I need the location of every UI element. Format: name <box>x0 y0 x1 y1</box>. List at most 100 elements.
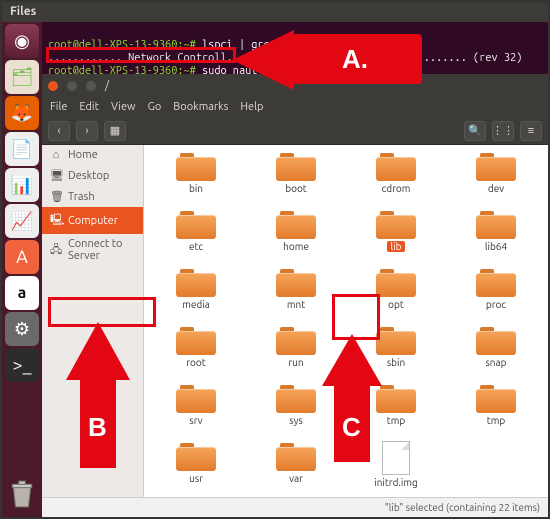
folder-item[interactable]: lib <box>348 209 444 265</box>
folder-label: sbin <box>387 357 405 368</box>
menu-file[interactable]: File <box>50 101 67 113</box>
launcher-settings[interactable]: ⚙ <box>5 312 39 346</box>
launcher-files[interactable]: 🗂 <box>5 60 39 94</box>
folder-icon <box>276 209 316 239</box>
nautilus-title: / <box>105 80 109 92</box>
terminal-pane[interactable]: root@dell-XPS-13-9360:~# lspci | grep -i… <box>42 22 548 74</box>
launcher-impress[interactable]: 📈 <box>5 204 39 238</box>
folder-icon <box>176 441 216 471</box>
nautilus-toolbar: ‹ › ▦ 🔍 ⋮⋮ ≡ <box>42 117 548 145</box>
list-item[interactable]: initrd.img <box>348 441 444 497</box>
menu-view[interactable]: View <box>111 101 136 113</box>
sidebar-item-label: Trash <box>68 191 95 203</box>
sidebar-item-label: Computer <box>68 215 118 227</box>
list-view-button[interactable]: ≡ <box>520 121 542 141</box>
folder-item[interactable]: mnt <box>248 267 344 323</box>
menu-help[interactable]: Help <box>240 101 263 113</box>
sidebar-item-connect[interactable]: 🖧 Connect to Server <box>42 234 143 266</box>
folder-item[interactable]: tmp <box>448 383 544 439</box>
folder-icon <box>476 267 516 297</box>
folder-item[interactable]: boot <box>248 151 344 207</box>
forward-button[interactable]: › <box>76 121 98 141</box>
folder-icon <box>376 383 416 413</box>
nautilus-titlebar[interactable]: / <box>42 75 548 97</box>
folder-icon <box>376 325 416 355</box>
folder-icon <box>476 151 516 181</box>
folder-item[interactable]: snap <box>448 325 544 381</box>
list-item[interactable]: usr <box>148 441 244 497</box>
nautilus-menubar: File Edit View Go Bookmarks Help <box>42 97 548 117</box>
folder-icon <box>376 209 416 239</box>
folder-item[interactable]: proc <box>448 267 544 323</box>
folder-item[interactable]: sbin <box>348 325 444 381</box>
folder-label: root <box>186 357 205 368</box>
close-icon[interactable] <box>48 81 58 91</box>
sidebar-item-label: Connect to Server <box>68 238 135 262</box>
computer-icon: 🖳 <box>50 211 62 230</box>
folder-item[interactable]: srv <box>148 383 244 439</box>
launcher-terminal[interactable]: >_ <box>5 348 39 382</box>
icon-view-button[interactable]: ⋮⋮ <box>492 121 514 141</box>
folder-label: usr <box>189 473 203 484</box>
sidebar-item-label: Home <box>68 149 98 161</box>
folder-label: tmp <box>487 415 505 426</box>
folder-label: tmp <box>387 415 405 426</box>
menu-bookmarks[interactable]: Bookmarks <box>173 101 228 113</box>
folder-label: sys <box>289 415 303 426</box>
folder-icon <box>176 325 216 355</box>
folder-view[interactable]: binbootcdrom dev etc home liblib64 media mntop… <box>144 145 548 497</box>
maximize-icon[interactable] <box>86 81 96 91</box>
folder-icon <box>376 151 416 181</box>
launcher-writer[interactable]: 📄 <box>5 132 39 166</box>
folder-item[interactable]: tmp <box>348 383 444 439</box>
home-icon: ⌂ <box>50 149 62 161</box>
folder-label: srv <box>189 415 202 426</box>
folder-icon <box>276 383 316 413</box>
launcher-dash[interactable]: ◉ <box>5 24 39 58</box>
menu-edit[interactable]: Edit <box>79 101 99 113</box>
folder-item[interactable]: run <box>248 325 344 381</box>
folder-label: run <box>288 357 303 368</box>
folder-label: var <box>289 473 303 484</box>
minimize-icon[interactable] <box>67 81 77 91</box>
folder-item[interactable]: opt <box>348 267 444 323</box>
folder-icon <box>376 267 416 297</box>
launcher-calc[interactable]: 📊 <box>5 168 39 202</box>
search-button[interactable]: 🔍 <box>464 121 486 141</box>
folder-icon <box>476 383 516 413</box>
sidebar-item-desktop[interactable]: 🖥 Desktop <box>42 165 143 186</box>
list-item[interactable]: var <box>248 441 344 497</box>
path-button[interactable]: ▦ <box>104 121 126 141</box>
folder-label: initrd.img <box>374 477 417 488</box>
launcher-software[interactable]: A <box>5 240 39 274</box>
folder-item[interactable]: dev <box>448 151 544 207</box>
sidebar-item-computer[interactable]: 🖳 Computer <box>42 207 143 234</box>
folder-icon <box>276 151 316 181</box>
sidebar-item-trash[interactable]: 🗑 Trash <box>42 186 143 207</box>
folder-label: dev <box>488 183 504 194</box>
folder-icon <box>176 267 216 297</box>
nautilus-sidebar: ⌂ Home 🖥 Desktop 🗑 Trash 🖳 Computer <box>42 145 144 497</box>
sidebar-item-home[interactable]: ⌂ Home <box>42 145 143 165</box>
folder-item[interactable]: sys <box>248 383 344 439</box>
folder-label: snap <box>485 357 506 368</box>
folder-item[interactable]: home <box>248 209 344 265</box>
folder-item[interactable]: root <box>148 325 244 381</box>
menu-go[interactable]: Go <box>148 101 162 113</box>
launcher-firefox[interactable]: 🦊 <box>5 96 39 130</box>
folder-item[interactable]: etc <box>148 209 244 265</box>
trash-icon <box>9 479 35 509</box>
folder-item[interactable]: lib64 <box>448 209 544 265</box>
folder-icon <box>176 209 216 239</box>
folder-item[interactable]: bin <box>148 151 244 207</box>
folder-label: media <box>182 299 210 310</box>
launcher-amazon[interactable]: a <box>5 276 39 310</box>
back-button[interactable]: ‹ <box>48 121 70 141</box>
status-bar: "lib" selected (containing 22 items) <box>42 497 548 517</box>
folder-item[interactable]: cdrom <box>348 151 444 207</box>
unity-launcher: ◉ 🗂 🦊 📄 📊 📈 A a ⚙ >_ <box>2 22 42 517</box>
folder-item[interactable]: media <box>148 267 244 323</box>
folder-icon <box>276 325 316 355</box>
folder-label: home <box>283 241 309 252</box>
launcher-trash[interactable] <box>5 477 39 511</box>
